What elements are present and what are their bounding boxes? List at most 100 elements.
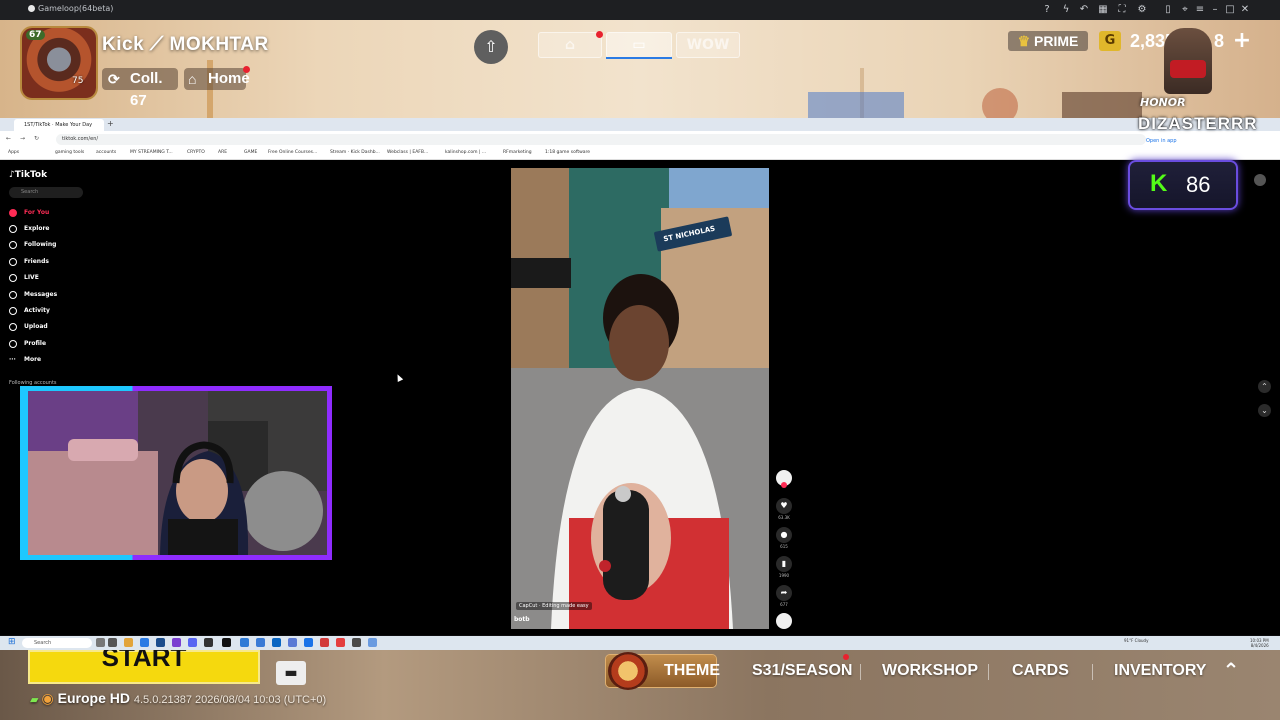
tiktok-user-avatar[interactable]	[1254, 174, 1266, 186]
taskbar-app-icon[interactable]	[336, 638, 345, 647]
nav-explore[interactable]: Explore	[9, 222, 129, 236]
back-icon[interactable]: ←	[6, 135, 11, 142]
bookmark-item[interactable]: Apps	[8, 150, 19, 155]
chrome-icon[interactable]	[304, 638, 313, 647]
linkedin-icon[interactable]	[272, 638, 281, 647]
bookmark-item[interactable]: Free Online Courses...	[268, 150, 317, 155]
nav-for-you[interactable]: For You	[9, 206, 129, 220]
forward-icon[interactable]: →	[20, 135, 25, 142]
edge-icon[interactable]	[140, 638, 149, 647]
nav-upload[interactable]: Upload	[9, 320, 129, 334]
bookmark-item[interactable]: CRYPTO	[187, 150, 205, 155]
cards-tab[interactable]: CARDS	[1012, 662, 1069, 680]
scroll-up-icon[interactable]: ⌃	[1258, 380, 1271, 393]
taskbar-app-icon[interactable]	[240, 638, 249, 647]
folder-icon[interactable]	[124, 638, 133, 647]
taskbar-app-icon[interactable]	[204, 638, 213, 647]
prime-button[interactable]: ♛ PRIME	[1008, 31, 1088, 51]
folder-icon[interactable]: ▬	[276, 661, 306, 685]
music-disc-icon[interactable]	[776, 613, 792, 629]
menu-icon[interactable]: ≡	[1194, 4, 1206, 16]
nav-friends[interactable]: Friends	[9, 255, 129, 269]
nav-messages[interactable]: Messages	[9, 288, 129, 302]
discord-icon[interactable]	[188, 638, 197, 647]
maximize-icon[interactable]: □	[1224, 4, 1236, 16]
windows-start-icon[interactable]: ⊞	[8, 638, 17, 647]
help-icon[interactable]: ?	[1041, 4, 1053, 16]
tiktok-search-input[interactable]: Search	[9, 187, 83, 198]
nav-label: For You	[24, 209, 50, 216]
taskbar-app-icon[interactable]	[320, 638, 329, 647]
minimize-icon[interactable]: –	[1209, 4, 1221, 16]
bookmark-item[interactable]: RFmarketing	[503, 150, 532, 155]
bookmark-item[interactable]: kalinshop.com | ...	[445, 150, 486, 155]
workshop-tab[interactable]: WORKSHOP	[882, 662, 978, 680]
address-bar[interactable]: tiktok.com/en/	[56, 134, 1146, 145]
menu-divider	[988, 664, 989, 680]
pin-icon[interactable]: ⌖	[1179, 4, 1191, 16]
bookmark-item[interactable]: accounts	[96, 150, 116, 155]
nav-live[interactable]: LIVE	[9, 271, 129, 285]
taskbar-app-icon[interactable]	[156, 638, 165, 647]
bookmark-item[interactable]: 1:18 game software	[545, 150, 590, 155]
tiktok-video[interactable]: ST NICHOLAS	[511, 168, 769, 629]
taskbar-weather[interactable]: 91°F Cloudy	[1124, 638, 1148, 643]
server-info[interactable]: ▰ ◉ Europe HD 4.5.0.21387 2026/08/04 10:…	[30, 690, 326, 707]
bookmark-item[interactable]: MY STREAMING T...	[130, 150, 173, 155]
start-button[interactable]: START	[28, 650, 260, 684]
gameloop-logo-icon	[28, 5, 35, 12]
collection-button[interactable]: ⟳ Coll. 67	[102, 68, 178, 109]
grid-icon[interactable]: ▦	[1097, 4, 1109, 16]
heart-icon[interactable]: ♥	[776, 498, 792, 514]
nav-activity[interactable]: Activity	[9, 304, 129, 318]
chevron-up-icon[interactable]: ⌃	[1218, 658, 1244, 682]
settings-icon[interactable]: ⚙	[1136, 4, 1148, 16]
bookmark-item[interactable]: GAME	[244, 150, 257, 155]
reload-icon[interactable]: ↻	[34, 135, 39, 142]
comment-icon[interactable]: ●	[776, 527, 792, 543]
close-icon[interactable]: ✕	[1239, 4, 1251, 16]
mode-tab-1[interactable]: ⌂	[538, 32, 602, 58]
bolt-icon[interactable]: ϟ	[1060, 4, 1072, 16]
taskbar-app-icon[interactable]	[96, 638, 105, 647]
bookmark-item[interactable]: gaming tools	[55, 150, 84, 155]
video-username[interactable]: botb	[514, 616, 530, 623]
taskbar-app-icon[interactable]	[256, 638, 265, 647]
browser-tab-active[interactable]: 1ST/TikTok · Make Your Day	[14, 119, 104, 131]
history-icon[interactable]: ↶	[1078, 4, 1090, 16]
cloud-upload-icon[interactable]: ⇧	[474, 30, 508, 64]
nav-profile[interactable]: Profile	[9, 337, 129, 351]
bookmark-item[interactable]: ARE	[218, 150, 227, 155]
season-notification-dot	[843, 654, 849, 660]
follow-plus-icon[interactable]	[781, 482, 787, 488]
share-icon[interactable]: ➦	[776, 585, 792, 601]
inventory-tab[interactable]: INVENTORY	[1114, 662, 1206, 680]
fullscreen-icon[interactable]: ⛶	[1116, 4, 1128, 16]
taskbar-app-icon[interactable]	[288, 638, 297, 647]
mode-tab-2[interactable]: ▭	[606, 32, 672, 58]
nav-more[interactable]: ··· More	[9, 353, 129, 367]
taskbar-app-icon[interactable]	[368, 638, 377, 647]
bookmark-item[interactable]: Stream · Kick Dashb...	[330, 150, 380, 155]
bookmark-icon[interactable]: ▮	[776, 556, 792, 572]
new-tab-button[interactable]: +	[107, 119, 114, 128]
open-in-app-link[interactable]: Open in app	[1146, 138, 1177, 144]
bookmark-item[interactable]: Webclass | EAFB...	[387, 150, 428, 155]
tiktok-logo[interactable]: ♪TikTok	[9, 170, 47, 180]
home-button[interactable]: ⌂ Home	[184, 68, 250, 90]
taskbar-clock[interactable]: 10:03 PM 8/4/2026	[1250, 638, 1269, 648]
mode-tab-wow[interactable]: WOW	[676, 32, 740, 58]
x-icon[interactable]	[222, 638, 231, 647]
taskbar-app-icon[interactable]	[352, 638, 361, 647]
taskbar-app-icon[interactable]	[108, 638, 117, 647]
sidebar-icon[interactable]: ▯	[1162, 4, 1174, 16]
capcut-tag[interactable]: CapCut · Editing made easy	[516, 602, 592, 610]
scroll-down-icon[interactable]: ⌄	[1258, 404, 1271, 417]
nav-following[interactable]: Following	[9, 238, 129, 252]
add-currency-button[interactable]: +	[1232, 30, 1252, 52]
home-label: Home	[208, 70, 250, 87]
taskbar-search[interactable]: Search	[22, 638, 92, 648]
taskbar-app-icon[interactable]	[172, 638, 181, 647]
player-name[interactable]: Kick ⟋ MOKHTAR	[102, 34, 269, 56]
season-tab[interactable]: S31/SEASON	[752, 662, 852, 680]
